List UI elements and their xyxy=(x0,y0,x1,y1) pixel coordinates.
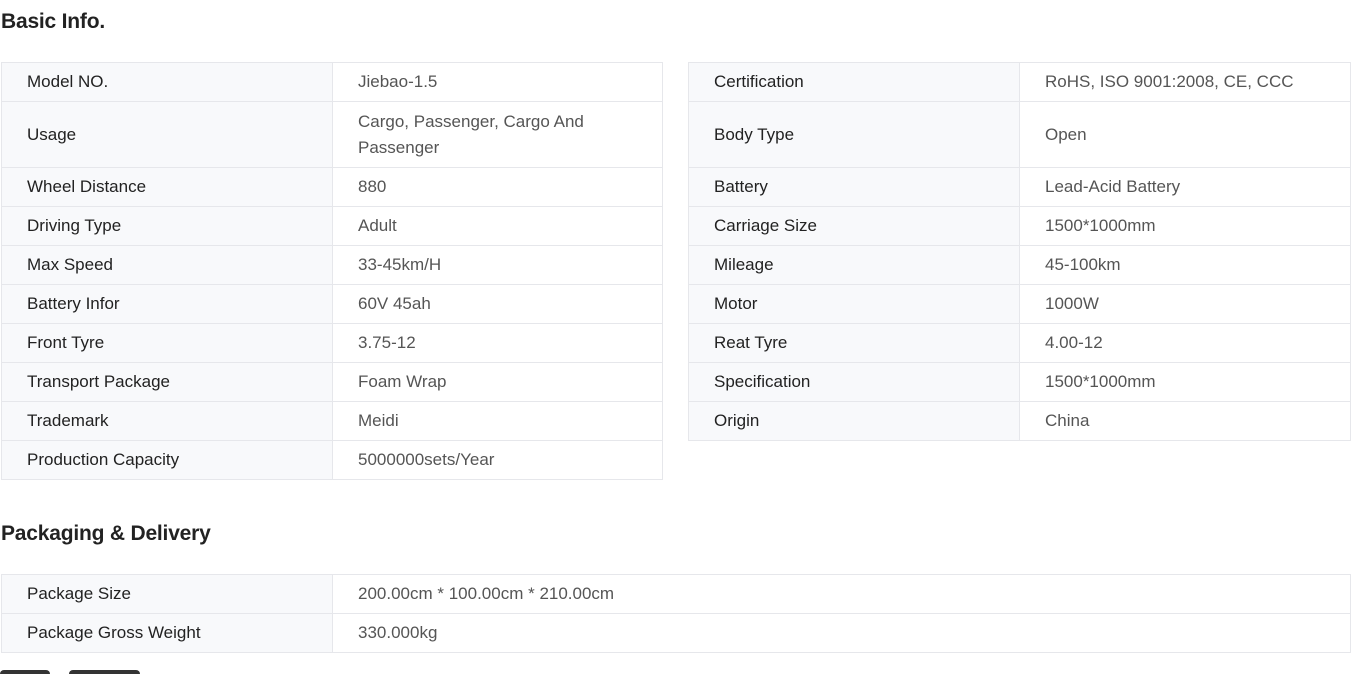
spec-value: 1000W xyxy=(1019,284,1351,324)
spec-value: China xyxy=(1019,401,1351,441)
spec-label: Specification xyxy=(688,362,1020,402)
table-row: Usage Cargo, Passenger, Cargo And Passen… xyxy=(1,101,663,168)
basic-info-title: Basic Info. xyxy=(1,10,105,33)
table-row: Specification 1500*1000mm xyxy=(688,362,1351,402)
spec-value: Open xyxy=(1019,101,1351,168)
table-row: Reat Tyre 4.00-12 xyxy=(688,323,1351,363)
spec-label: Driving Type xyxy=(1,206,333,246)
spec-value: 200.00cm * 100.00cm * 210.00cm xyxy=(332,574,1351,614)
spec-label: Motor xyxy=(688,284,1020,324)
spec-value: RoHS, ISO 9001:2008, CE, CCC xyxy=(1019,62,1351,102)
spec-value: 5000000sets/Year xyxy=(332,440,663,480)
spec-label: Usage xyxy=(1,101,333,168)
spec-value: 880 xyxy=(332,167,663,207)
spec-value: Meidi xyxy=(332,401,663,441)
table-row: Model NO. Jiebao-1.5 xyxy=(1,62,663,102)
spec-value: 45-100km xyxy=(1019,245,1351,285)
spec-value: Cargo, Passenger, Cargo And Passenger xyxy=(332,101,663,168)
spec-label: Package Size xyxy=(1,574,333,614)
basic-info-left-table: Model NO. Jiebao-1.5 Usage Cargo, Passen… xyxy=(1,62,663,480)
spec-value: Jiebao-1.5 xyxy=(332,62,663,102)
table-row: Package Gross Weight 330.000kg xyxy=(1,613,1351,653)
spec-label: Front Tyre xyxy=(1,323,333,363)
table-row: Carriage Size 1500*1000mm xyxy=(688,206,1351,246)
table-row: Battery Infor 60V 45ah xyxy=(1,284,663,324)
spec-label: Model NO. xyxy=(1,62,333,102)
spec-label: Production Capacity xyxy=(1,440,333,480)
spec-value: 1500*1000mm xyxy=(1019,362,1351,402)
spec-value: Adult xyxy=(332,206,663,246)
table-row: Certification RoHS, ISO 9001:2008, CE, C… xyxy=(688,62,1351,102)
table-row: Mileage 45-100km xyxy=(688,245,1351,285)
spec-label: Package Gross Weight xyxy=(1,613,333,653)
table-row: Transport Package Foam Wrap xyxy=(1,362,663,402)
table-row: Driving Type Adult xyxy=(1,206,663,246)
table-row: Package Size 200.00cm * 100.00cm * 210.0… xyxy=(1,574,1351,614)
table-row: Max Speed 33-45km/H xyxy=(1,245,663,285)
packaging-table: Package Size 200.00cm * 100.00cm * 210.0… xyxy=(1,574,1351,653)
table-row: Origin China xyxy=(688,401,1351,441)
table-row: Front Tyre 3.75-12 xyxy=(1,323,663,363)
spec-value: 3.75-12 xyxy=(332,323,663,363)
packaging-delivery-title: Packaging & Delivery xyxy=(1,522,211,545)
spec-label: Body Type xyxy=(688,101,1020,168)
spec-label: Reat Tyre xyxy=(688,323,1020,363)
table-row: Wheel Distance 880 xyxy=(1,167,663,207)
spec-label: Wheel Distance xyxy=(1,167,333,207)
spec-label: Certification xyxy=(688,62,1020,102)
spec-value: 330.000kg xyxy=(332,613,1351,653)
spec-value: Foam Wrap xyxy=(332,362,663,402)
spec-label: Battery xyxy=(688,167,1020,207)
table-row: Body Type Open xyxy=(688,101,1351,168)
partial-button-right[interactable] xyxy=(69,670,140,674)
table-row: Production Capacity 5000000sets/Year xyxy=(1,440,663,480)
spec-value: 60V 45ah xyxy=(332,284,663,324)
spec-label: Origin xyxy=(688,401,1020,441)
table-row: Motor 1000W xyxy=(688,284,1351,324)
spec-label: Mileage xyxy=(688,245,1020,285)
spec-label: Max Speed xyxy=(1,245,333,285)
partial-button-left[interactable] xyxy=(0,670,50,674)
table-row: Trademark Meidi xyxy=(1,401,663,441)
spec-value: 1500*1000mm xyxy=(1019,206,1351,246)
basic-info-right-table: Certification RoHS, ISO 9001:2008, CE, C… xyxy=(688,62,1351,441)
spec-label: Carriage Size xyxy=(688,206,1020,246)
spec-label: Transport Package xyxy=(1,362,333,402)
table-row: Battery Lead-Acid Battery xyxy=(688,167,1351,207)
spec-label: Battery Infor xyxy=(1,284,333,324)
spec-value: 4.00-12 xyxy=(1019,323,1351,363)
spec-value: 33-45km/H xyxy=(332,245,663,285)
spec-value: Lead-Acid Battery xyxy=(1019,167,1351,207)
spec-label: Trademark xyxy=(1,401,333,441)
